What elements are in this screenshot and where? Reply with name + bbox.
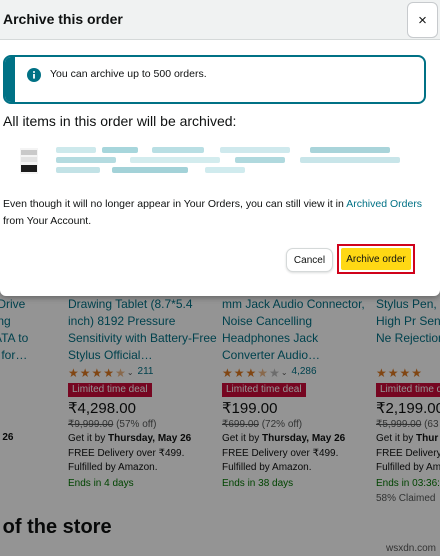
product-thumbnail: [20, 148, 38, 174]
cancel-button[interactable]: Cancel: [286, 248, 333, 272]
archive-order-button[interactable]: Archive order: [341, 248, 411, 270]
info-alert-text: You can archive up to 500 orders.: [50, 68, 207, 80]
info-alert-bar: [5, 57, 15, 102]
close-icon: ×: [418, 11, 427, 29]
archive-description: Even though it will no longer appear in …: [3, 196, 423, 230]
dialog-header: Archive this order ×: [0, 0, 440, 40]
archive-order-button-label: Archive order: [346, 253, 406, 265]
close-button[interactable]: ×: [407, 2, 438, 38]
dialog-title: Archive this order: [3, 11, 123, 27]
archived-orders-link[interactable]: Archived Orders: [346, 198, 422, 210]
archive-order-dialog: Archive this order × You can archive up …: [0, 0, 440, 296]
archive-button-highlight: Archive order: [337, 244, 415, 274]
cancel-button-label: Cancel: [293, 254, 326, 266]
order-item: [20, 143, 410, 177]
watermark: wsxdn.com: [385, 543, 436, 554]
archive-items-heading: All items in this order will be archived…: [3, 113, 237, 129]
description-text-end: from Your Account.: [3, 215, 92, 227]
info-icon: [27, 68, 41, 82]
description-text: Even though it will no longer appear in …: [3, 198, 347, 210]
info-alert: You can archive up to 500 orders.: [3, 55, 426, 104]
